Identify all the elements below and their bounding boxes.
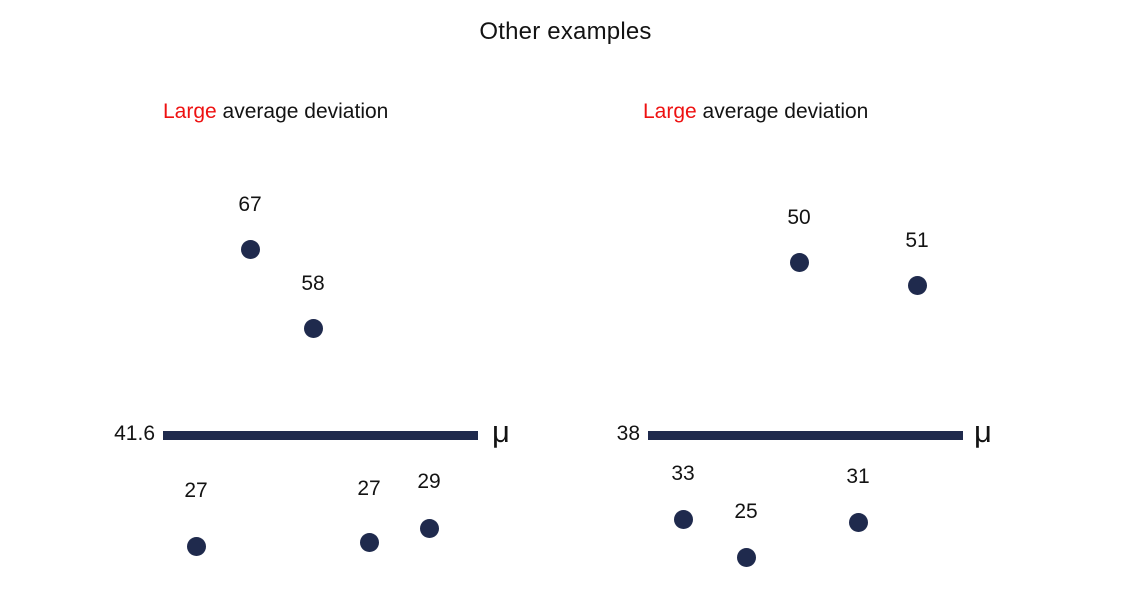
panel-subtitle-accent: Large: [163, 100, 217, 123]
panel-subtitle: Large average deviation: [163, 100, 388, 124]
data-point-dot: [674, 510, 693, 529]
mean-line: [648, 431, 963, 440]
point-label: 25: [734, 500, 758, 523]
data-point-dot: [849, 513, 868, 532]
panel-subtitle: Large average deviation: [643, 100, 868, 124]
point-label: 31: [846, 465, 870, 488]
point-label: 51: [905, 229, 929, 252]
mean-value-label: 41.6: [114, 422, 155, 445]
point-label: 27: [184, 479, 208, 502]
example-panel-left: Large average deviation 67 58 41.6 μ 27 …: [0, 0, 565, 592]
mean-line: [163, 431, 478, 440]
data-point-dot: [908, 276, 927, 295]
example-panel-right: Large average deviation 50 51 38 μ 33 25…: [565, 0, 1131, 592]
data-point-dot: [304, 319, 323, 338]
point-label: 29: [417, 470, 441, 493]
data-point-dot: [790, 253, 809, 272]
point-label: 50: [787, 206, 811, 229]
data-point-dot: [241, 240, 260, 259]
panel-subtitle-rest: average deviation: [216, 100, 389, 123]
point-label: 58: [301, 272, 325, 295]
panel-subtitle-accent: Large: [643, 100, 697, 123]
slide-canvas: Other examples Large average deviation 6…: [0, 0, 1131, 592]
data-point-dot: [360, 533, 379, 552]
mu-symbol: μ: [974, 414, 992, 449]
mu-symbol: μ: [492, 414, 510, 449]
point-label: 67: [238, 193, 262, 216]
panel-subtitle-rest: average deviation: [696, 100, 869, 123]
data-point-dot: [737, 548, 756, 567]
data-point-dot: [187, 537, 206, 556]
point-label: 27: [357, 477, 381, 500]
mean-value-label: 38: [616, 422, 640, 445]
data-point-dot: [420, 519, 439, 538]
point-label: 33: [671, 462, 695, 485]
